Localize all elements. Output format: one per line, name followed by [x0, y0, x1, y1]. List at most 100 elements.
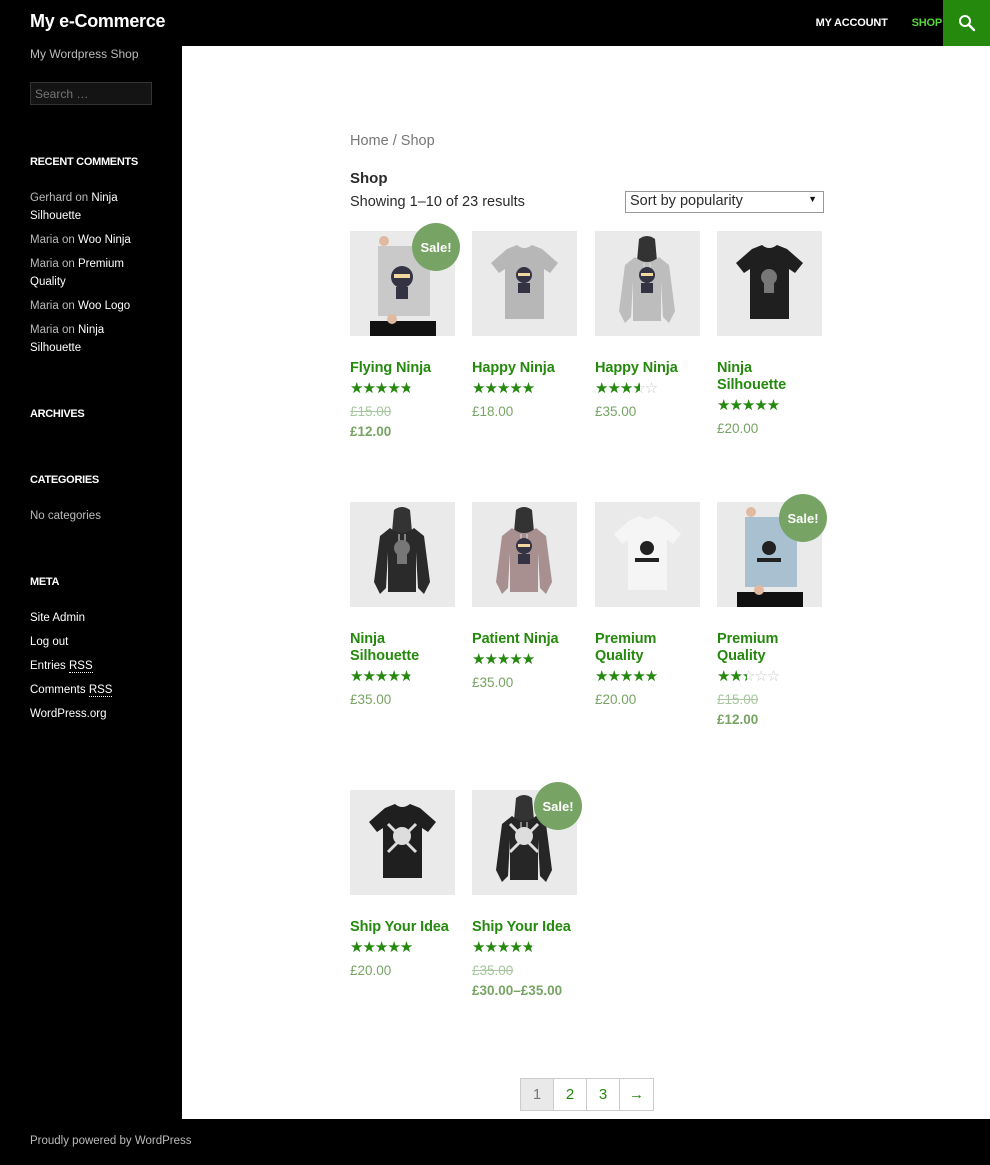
product-title[interactable]: Happy Ninja — [595, 360, 700, 377]
current-price: £20.00 — [350, 963, 392, 978]
product-price: £20.00 — [350, 961, 455, 981]
product-image[interactable] — [350, 502, 455, 607]
product-card[interactable]: Happy Ninja ☆☆☆☆☆★★★★★ £35.00 — [595, 231, 700, 422]
product-title[interactable]: Ship Your Idea — [350, 919, 455, 936]
archives-title: ARCHIVES — [30, 408, 85, 420]
product-image[interactable] — [595, 502, 700, 607]
current-price: £18.00 — [472, 404, 514, 419]
meta-link[interactable]: WordPress.org — [30, 708, 106, 720]
current-price: £35.00 — [350, 692, 392, 707]
star-rating: ☆☆☆☆☆★★★★★ — [472, 652, 547, 668]
meta-link-label: WordPress.org — [30, 708, 107, 720]
star-filled-icons: ★★★★★ — [350, 669, 410, 685]
product-title[interactable]: Flying Ninja — [350, 360, 455, 377]
nav-shop[interactable]: SHOP — [912, 17, 943, 29]
product-title[interactable]: Ninja Silhouette — [717, 360, 822, 394]
comment-post-link[interactable]: Woo Logo — [78, 300, 130, 312]
product-price: £20.00 — [595, 690, 700, 710]
product-title[interactable]: Ninja Silhouette — [350, 631, 455, 665]
product-card[interactable]: Happy Ninja ☆☆☆☆☆ ★★★★★ £18.00 — [472, 231, 577, 422]
meta-link[interactable]: Comments RSS — [30, 684, 113, 697]
site-tagline: My Wordpress Shop — [30, 47, 139, 61]
current-price: £20.00 — [717, 421, 759, 436]
product-price: £35.00 — [595, 402, 700, 422]
product-title[interactable]: Ship Your Idea — [472, 919, 577, 936]
page-1: 1 — [521, 1079, 554, 1110]
meta-item: Comments RSS — [30, 681, 155, 699]
product-card[interactable]: Ninja Silhouette ☆☆☆☆☆ ★★★★★ £20.00 — [717, 231, 822, 439]
product-title[interactable]: Happy Ninja — [472, 360, 577, 377]
meta-item: Entries RSS — [30, 657, 155, 675]
star-rating: ☆☆☆☆☆★★★★★ — [717, 398, 792, 414]
meta-link-label: Site Admin — [30, 612, 85, 624]
meta-link[interactable]: Entries RSS — [30, 660, 93, 673]
recent-comments-title: RECENT COMMENTS — [30, 156, 138, 168]
site-header: My e-Commerce MY ACCOUNT SHOP — [0, 0, 990, 46]
current-price: £20.00 — [595, 692, 637, 707]
product-image[interactable] — [595, 231, 700, 336]
old-price: £35.00 — [472, 963, 514, 978]
sidebar: My Wordpress Shop RECENT COMMENTS Gerhar… — [0, 46, 182, 1119]
star-rating: ☆☆☆☆☆★★★★★ — [595, 381, 670, 397]
meta-link-label: Entries — [30, 660, 66, 672]
meta-link[interactable]: Site Admin — [30, 612, 85, 624]
nav-my-account[interactable]: MY ACCOUNT — [816, 17, 888, 29]
product-image[interactable] — [350, 790, 455, 895]
meta-link[interactable]: Log out — [30, 636, 68, 648]
star-filled-icons: ★★★★★ — [350, 381, 410, 397]
meta-link-abbr: RSS — [88, 684, 113, 697]
star-filled-icons: ★★★★★ — [595, 669, 658, 685]
meta-item: WordPress.org — [30, 705, 155, 723]
product-card[interactable]: Premium Quality ☆☆☆☆☆ ★★★★★ £20.00 — [595, 502, 700, 710]
page-3[interactable]: 3 — [587, 1079, 620, 1110]
product-card[interactable]: Sale! Premium Quality ☆☆☆☆☆★★★★★ £15.00 £12.… — [717, 494, 827, 730]
recent-comment: Maria on Woo Logo — [30, 297, 155, 315]
recent-comment: Gerhard on Ninja Silhouette — [30, 189, 155, 225]
recent-comment: Maria on Premium Quality — [30, 255, 155, 291]
star-rating: ☆☆☆☆☆★★★★★ — [595, 669, 670, 685]
product-title[interactable]: Patient Ninja — [472, 631, 577, 648]
product-price: £20.00 — [717, 419, 822, 439]
main-content: Home / Shop Shop Showing 1–10 of 23 resu… — [182, 46, 990, 1119]
product-price: £15.00 £12.00 — [717, 690, 822, 730]
product-image[interactable] — [472, 502, 577, 607]
star-rating: ☆☆☆☆☆★★★★★ — [472, 940, 547, 956]
product-image[interactable] — [472, 231, 577, 336]
product-image[interactable] — [717, 231, 822, 336]
search-icon — [958, 14, 976, 32]
breadcrumb-separator: / — [388, 133, 401, 149]
orderby-select[interactable]: Sort by popularity ▼ — [625, 191, 824, 213]
product-title[interactable]: Premium Quality — [595, 631, 700, 665]
next-page-arrow-icon[interactable]: → — [620, 1079, 653, 1110]
sale-price: £12.00 — [717, 712, 759, 727]
comment-post-link[interactable]: Woo Ninja — [78, 234, 131, 246]
product-card[interactable]: Ship Your Idea ☆☆☆☆☆ ★★★★★ £20.00 — [350, 790, 455, 981]
star-rating: ☆☆☆☆☆★★★★★ — [350, 940, 425, 956]
product-card[interactable]: Patient Ninja ☆☆☆☆☆ ★★★★★ £35.00 — [472, 502, 577, 693]
footer-credit-link[interactable]: Proudly powered by WordPress — [30, 1135, 192, 1147]
site-title[interactable]: My e-Commerce — [30, 11, 165, 32]
star-filled-icons: ★★★★★ — [350, 940, 413, 956]
star-rating: ☆☆☆☆☆★★★★★ — [350, 381, 425, 397]
meta-link-label: Log out — [30, 636, 69, 648]
star-filled-icons: ★★★★★ — [472, 652, 535, 668]
old-price: £15.00 — [717, 692, 759, 707]
page-title: Shop — [350, 170, 388, 187]
star-filled-icons: ★★★★★ — [472, 381, 535, 397]
product-card[interactable]: Ninja Silhouette ☆☆☆☆☆ ★★★★★ £35.00 — [350, 502, 455, 710]
product-title[interactable]: Premium Quality — [717, 631, 822, 665]
search-input[interactable] — [30, 82, 152, 105]
star-rating: ☆☆☆☆☆★★★★★ — [717, 669, 792, 685]
search-toggle-button[interactable] — [943, 0, 990, 46]
comment-on: on — [61, 324, 75, 336]
page-2[interactable]: 2 — [554, 1079, 587, 1110]
product-card[interactable]: Sale! Flying Ninja ☆☆☆☆☆ ★★★★★ £15.00 £12.00 — [350, 223, 460, 442]
breadcrumb-home[interactable]: Home — [350, 133, 389, 149]
categories-title: CATEGORIES — [30, 474, 99, 486]
product-price: £35.00 £30.00–£35.00 — [472, 961, 577, 1001]
comment-author: Maria — [30, 258, 59, 270]
star-rating: ☆☆☆☆☆★★★★★ — [350, 669, 425, 685]
product-price: £35.00 — [350, 690, 455, 710]
product-card[interactable]: Sale! Ship Your Idea ☆☆☆☆☆ ★★★★★ £35.00 £30.0… — [472, 782, 582, 1001]
breadcrumb-current: Shop — [400, 133, 435, 149]
